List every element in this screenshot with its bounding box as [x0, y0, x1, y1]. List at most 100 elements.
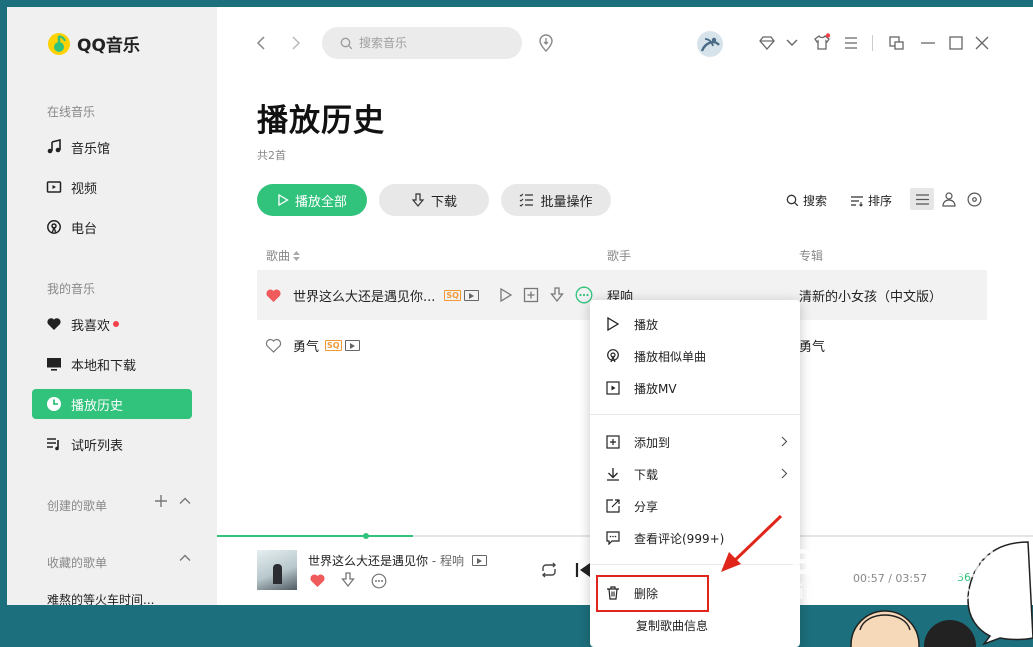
download-icon: [607, 468, 619, 481]
voice-search-icon[interactable]: [538, 34, 554, 52]
sort-icon: [851, 195, 863, 207]
now-playing-info: 世界这么大还是遇见你 - 程响: [308, 552, 487, 569]
menu-item-label: 添加到: [634, 435, 671, 450]
download-icon[interactable]: [549, 287, 565, 303]
menu-item-label: 下载: [634, 467, 659, 482]
more-options-icon[interactable]: [371, 573, 387, 589]
search-tool[interactable]: 搜索: [786, 192, 827, 209]
play-all-button[interactable]: 播放全部: [257, 184, 367, 216]
sort-tool[interactable]: 排序: [850, 192, 892, 209]
heart-outline-icon[interactable]: [265, 338, 282, 353]
song-album[interactable]: 勇气: [799, 320, 825, 370]
song-count: 共2首: [257, 149, 286, 162]
song-title[interactable]: 勇气: [293, 336, 319, 355]
play-icon[interactable]: [499, 287, 513, 303]
menu-item-label: 查看评论(999+): [634, 531, 725, 546]
vip-diamond-icon[interactable]: [759, 36, 775, 50]
sq-badge: SQ: [325, 339, 342, 351]
video-icon: [46, 181, 62, 193]
heart-icon: [47, 318, 61, 330]
app-logo[interactable]: QQ音乐: [47, 31, 140, 56]
chevron-right-icon: [781, 436, 788, 447]
close-icon[interactable]: [975, 36, 989, 50]
download-button[interactable]: 下载: [379, 184, 489, 216]
chevron-up-icon[interactable]: [178, 494, 192, 508]
collected-playlist-item[interactable]: 难熬的等火车时间...: [47, 591, 187, 605]
search-bar[interactable]: [322, 27, 522, 59]
menu-item-label: 播放: [634, 317, 659, 332]
song-like-cell[interactable]: [265, 270, 282, 320]
search-input[interactable]: [359, 36, 509, 50]
plus-icon[interactable]: [154, 494, 168, 508]
add-box-icon: [606, 435, 620, 449]
skin-shirt-icon[interactable]: [813, 33, 831, 51]
cartoon-character-icon: [850, 610, 920, 647]
menu-item-play[interactable]: 播放: [590, 308, 800, 340]
page-title: 播放历史: [257, 103, 385, 139]
maximize-icon[interactable]: [949, 36, 963, 50]
batch-operation-button[interactable]: 批量操作: [501, 184, 611, 216]
now-playing-artist[interactable]: 程响: [440, 554, 464, 568]
song-title-cell: 世界这么大还是遇见你... SQ: [293, 270, 479, 320]
song-title[interactable]: 世界这么大还是遇见你...: [293, 286, 435, 305]
sort-tool-label: 排序: [868, 194, 893, 208]
now-playing-title[interactable]: 世界这么大还是遇见你: [308, 554, 428, 568]
mv-icon[interactable]: [463, 289, 479, 301]
heart-filled-icon[interactable]: [265, 288, 282, 303]
previous-track-icon[interactable]: [575, 561, 591, 579]
menu-item-download[interactable]: 下载: [590, 458, 800, 490]
user-avatar[interactable]: [697, 31, 723, 57]
collected-playlists-title: 收藏的歌单: [47, 556, 108, 570]
song-album[interactable]: 清新的小女孩（中文版）: [799, 270, 942, 320]
chevron-down-icon[interactable]: [786, 39, 798, 47]
menu-icon[interactable]: [844, 37, 858, 49]
menu-item-add-to[interactable]: 添加到: [590, 426, 800, 458]
add-box-icon[interactable]: [523, 287, 539, 303]
sidebar-item-play-history[interactable]: 播放历史: [32, 389, 192, 419]
song-title-cell: 勇气 SQ: [293, 320, 360, 370]
sidebar-item-label: 我喜欢: [71, 318, 111, 334]
mini-mode-icon[interactable]: [889, 36, 904, 50]
app-name: QQ音乐: [77, 36, 140, 56]
row-actions: [499, 270, 593, 320]
sidebar-item-label: 电台: [71, 221, 98, 237]
song-like-cell[interactable]: [265, 320, 282, 370]
sidebar-item-label: 音乐馆: [71, 141, 111, 157]
menu-item-copy-info[interactable]: 复制歌曲信息: [590, 609, 800, 641]
playlist-icon: [47, 438, 59, 451]
my-music-title: 我的音乐: [47, 282, 96, 296]
forward-arrow-icon[interactable]: [290, 35, 302, 51]
batch-list-icon: [520, 193, 534, 207]
menu-separator: [590, 414, 800, 415]
column-header-song[interactable]: 歌曲: [266, 247, 301, 264]
sidebar-item-local-download[interactable]: 本地和下载: [32, 349, 192, 379]
sq-badge: SQ: [444, 289, 461, 301]
menu-item-play-similar[interactable]: 播放相似单曲: [590, 340, 800, 372]
chevron-right-icon: [781, 468, 788, 479]
artist-view-icon[interactable]: [942, 192, 956, 207]
sidebar-item-radio[interactable]: 电台: [32, 212, 192, 242]
chevron-up-icon[interactable]: [178, 551, 192, 565]
repeat-icon[interactable]: [540, 562, 558, 578]
album-cover[interactable]: [257, 550, 297, 590]
collected-playlists-actions: [178, 551, 192, 565]
menu-item-play-mv[interactable]: 播放MV: [590, 372, 800, 404]
album-view-icon[interactable]: [967, 192, 982, 207]
download-icon: [411, 193, 425, 207]
heart-filled-icon[interactable]: [309, 573, 326, 588]
radar-icon: [607, 349, 619, 363]
list-view-toggle[interactable]: [910, 188, 934, 210]
mv-icon[interactable]: [472, 555, 487, 566]
sidebar-item-favorites[interactable]: 我喜欢: [32, 309, 192, 339]
back-arrow-icon[interactable]: [255, 35, 267, 51]
sidebar-item-trial-list[interactable]: 试听列表: [32, 429, 192, 459]
sidebar-item-music-hall[interactable]: 音乐馆: [32, 132, 192, 162]
batch-label: 批量操作: [540, 194, 593, 210]
mv-icon[interactable]: [344, 339, 360, 351]
minimize-icon[interactable]: [921, 42, 935, 44]
highlight-box: [596, 575, 709, 612]
sidebar-item-video[interactable]: 视频: [32, 172, 192, 202]
comment-icon: [606, 531, 620, 545]
progress-handle[interactable]: [362, 533, 369, 539]
download-icon[interactable]: [340, 572, 356, 589]
